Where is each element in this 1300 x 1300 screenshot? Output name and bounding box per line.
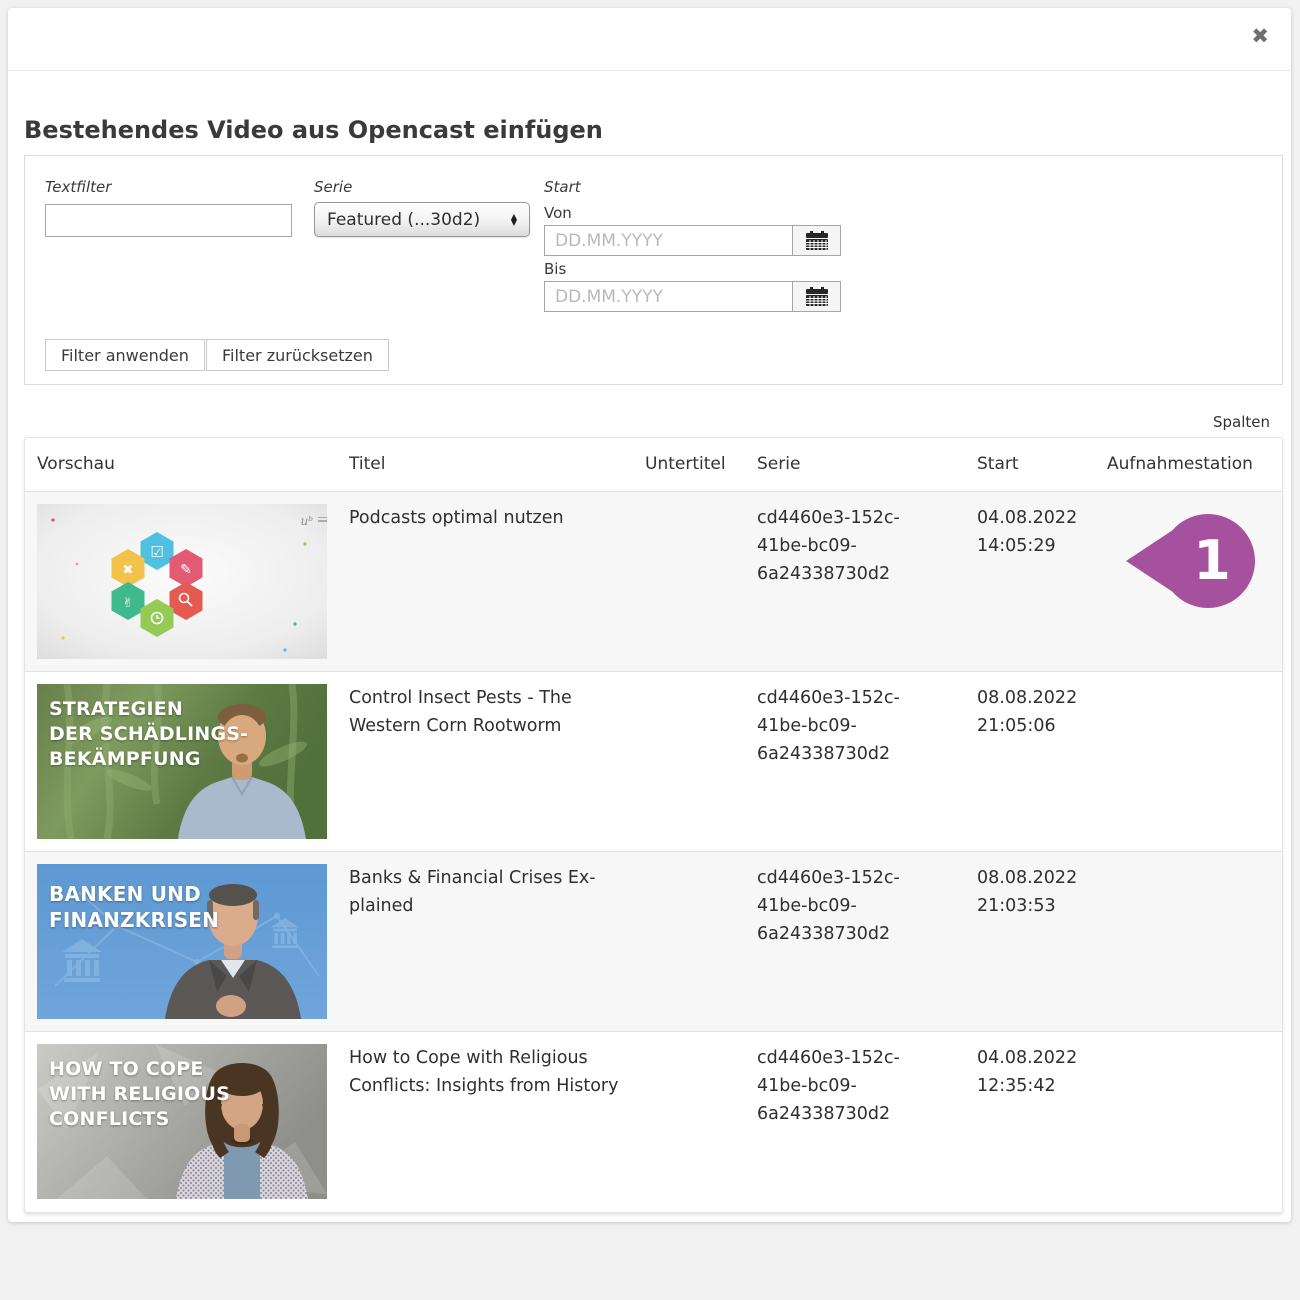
calendar-icon: [806, 231, 828, 250]
video-title: Control Insect Pests - The Western Corn …: [337, 671, 633, 851]
svg-text:☑: ☑: [150, 543, 163, 561]
thumbnail-caption: STRATEGIEN DER SCHÄDLINGS- BEKÄMPFUNG: [49, 697, 248, 773]
von-label: Von: [544, 204, 572, 222]
date-from-group: [544, 225, 841, 256]
video-thumbnail-hexagons[interactable]: ☑ ✖ ✎ ✌ uᵇ: [37, 504, 327, 659]
start-label: Start: [544, 178, 581, 196]
annotation-marker-1: 1: [1126, 512, 1258, 610]
video-title: How to Cope with Religious Conflicts: In…: [337, 1031, 633, 1211]
video-subtitle: [633, 491, 745, 671]
video-station: [1095, 1031, 1282, 1211]
video-table: Vorschau Titel Untertitel Serie Start Au…: [24, 437, 1283, 1213]
video-start: 08.08.2022 21:03:53: [965, 851, 1095, 1031]
opencast-insert-dialog: ✖ Bestehendes Video aus Opencast einfüge…: [8, 8, 1291, 1222]
textfilter-input[interactable]: [45, 204, 292, 237]
filter-panel: Textfilter Serie Featured (...30d2) ▲▼ S…: [24, 155, 1283, 385]
dialog-header: ✖: [8, 8, 1291, 71]
video-thumbnail-religious-conflicts[interactable]: HOW TO COPE WITH RELIGIOUS CONFLICTS: [37, 1044, 327, 1199]
video-serie: cd4460e3-152c-41be-bc09-6a24338730d2: [745, 671, 965, 851]
video-title: Podcasts optimal nutzen: [337, 491, 633, 671]
university-logo: uᵇ: [300, 512, 313, 531]
col-header-aufnahmestation: Aufnahmestation: [1095, 438, 1282, 491]
filter-apply-button[interactable]: Filter anwenden: [45, 339, 205, 371]
video-start: 04.08.2022 12:35:42: [965, 1031, 1095, 1211]
video-station: [1095, 851, 1282, 1031]
date-from-input[interactable]: [545, 226, 792, 255]
col-header-titel: Titel: [337, 438, 633, 491]
serie-label: Serie: [314, 178, 352, 196]
thumbnail-caption: HOW TO COPE WITH RELIGIOUS CONFLICTS: [49, 1057, 230, 1133]
svg-text:✌: ✌: [123, 596, 134, 611]
video-subtitle: [633, 1031, 745, 1211]
col-header-serie: Serie: [745, 438, 965, 491]
video-serie: cd4460e3-152c-41be-bc09-6a24338730d2: [745, 851, 965, 1031]
date-to-group: [544, 281, 841, 312]
calendar-icon: [806, 287, 828, 306]
serie-select-value: Featured (...30d2): [327, 210, 511, 230]
col-header-start: Start: [965, 438, 1095, 491]
serie-select[interactable]: Featured (...30d2) ▲▼: [314, 202, 530, 237]
video-serie: cd4460e3-152c-41be-bc09-6a24338730d2: [745, 1031, 965, 1211]
thumbnail-caption: BANKEN UND FINANZKRISEN: [49, 881, 219, 934]
close-icon[interactable]: ✖: [1251, 26, 1269, 47]
annotation-number: 1: [1193, 529, 1231, 592]
textfilter-label: Textfilter: [45, 178, 111, 196]
select-arrows-icon: ▲▼: [511, 214, 517, 226]
calendar-button-to[interactable]: [792, 282, 840, 311]
calendar-button-from[interactable]: [792, 226, 840, 255]
table-row[interactable]: HOW TO COPE WITH RELIGIOUS CONFLICTS How…: [25, 1031, 1282, 1211]
svg-text:✎: ✎: [180, 562, 192, 578]
svg-text:✖: ✖: [123, 563, 134, 578]
video-start: 08.08.2022 21:05:06: [965, 671, 1095, 851]
video-thumbnail-banks[interactable]: BANKEN UND FINANZKRISEN: [37, 864, 327, 1019]
col-header-vorschau: Vorschau: [25, 438, 337, 491]
table-header-row: Vorschau Titel Untertitel Serie Start Au…: [25, 438, 1282, 491]
page-title: Bestehendes Video aus Opencast einfügen: [24, 116, 603, 144]
video-serie: cd4460e3-152c-41be-bc09-6a24338730d2: [745, 491, 965, 671]
table-row[interactable]: BANKEN UND FINANZKRISEN Banks & Financia…: [25, 851, 1282, 1031]
video-subtitle: [633, 671, 745, 851]
date-to-input[interactable]: [545, 282, 792, 311]
table-row[interactable]: STRATEGIEN DER SCHÄDLINGS- BEKÄMPFUNG Co…: [25, 671, 1282, 851]
video-title: Banks & Financial Crises Ex­plained: [337, 851, 633, 1031]
bis-label: Bis: [544, 260, 566, 278]
video-subtitle: [633, 851, 745, 1031]
video-start: 04.08.2022 14:05:29: [965, 491, 1095, 671]
col-header-untertitel: Untertitel: [633, 438, 745, 491]
table-row[interactable]: ☑ ✖ ✎ ✌ uᵇ: [25, 491, 1282, 671]
video-station: [1095, 671, 1282, 851]
video-thumbnail-pest-control[interactable]: STRATEGIEN DER SCHÄDLINGS- BEKÄMPFUNG: [37, 684, 327, 839]
columns-toggle[interactable]: Spalten: [1213, 413, 1270, 431]
filter-reset-button[interactable]: Filter zurücksetzen: [206, 339, 389, 371]
